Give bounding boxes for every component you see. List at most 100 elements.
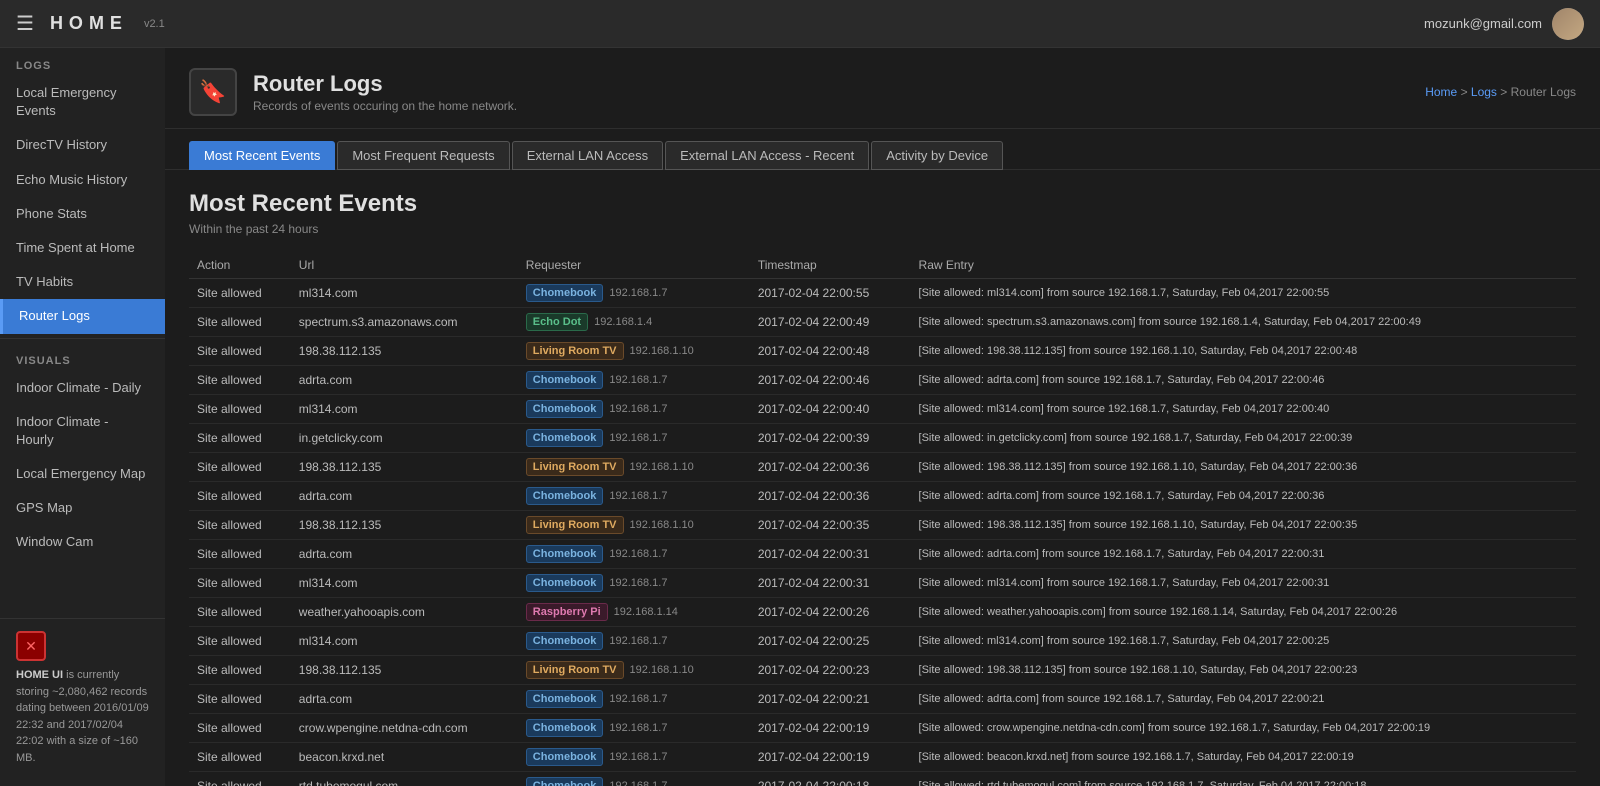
sidebar-item-phone-stats[interactable]: Phone Stats [0, 197, 165, 231]
col-url: Url [291, 252, 518, 279]
cell-action: Site allowed [189, 453, 291, 482]
requester-ip: 192.168.1.7 [609, 577, 667, 589]
avatar-image [1552, 8, 1584, 40]
topbar-right: mozunk@gmail.com [1424, 8, 1584, 40]
tab-external-lan[interactable]: External LAN Access [512, 141, 663, 170]
cell-raw: [Site allowed: crow.wpengine.netdna-cdn.… [911, 714, 1576, 743]
topbar: ☰ HOME v2.1 mozunk@gmail.com [0, 0, 1600, 48]
device-badge: Chomebook [526, 748, 604, 766]
page-icon: 🔖 [189, 68, 237, 116]
sidebar-footer-text: HOME UI is currently storing ~2,080,462 … [16, 667, 149, 766]
table-row: Site allowedadrta.comChomebook192.168.1.… [189, 685, 1576, 714]
device-badge: Living Room TV [526, 458, 624, 476]
main-layout: Logs Local Emergency Events DirecTV Hist… [0, 48, 1600, 786]
requester-ip: 192.168.1.10 [630, 519, 694, 531]
page-title: Router Logs [253, 71, 517, 97]
sidebar-item-gps-map[interactable]: GPS Map [0, 491, 165, 525]
sidebar-divider-1 [0, 338, 165, 339]
tab-external-lan-recent[interactable]: External LAN Access - Recent [665, 141, 869, 170]
cell-raw: [Site allowed: 198.38.112.135] from sour… [911, 337, 1576, 366]
events-table: Action Url Requester Timestmap Raw Entry… [189, 252, 1576, 786]
device-badge: Chomebook [526, 690, 604, 708]
sidebar-section-visuals: Visuals [0, 343, 165, 371]
cell-action: Site allowed [189, 656, 291, 685]
cell-requester: Chomebook192.168.1.7 [518, 627, 750, 656]
topbar-left: ☰ HOME v2.1 [16, 11, 165, 36]
hamburger-menu[interactable]: ☰ [16, 11, 34, 36]
breadcrumb-current: Router Logs [1511, 85, 1576, 99]
sidebar-item-time-spent[interactable]: Time Spent at Home [0, 231, 165, 265]
table-row: Site allowedml314.comChomebook192.168.1.… [189, 395, 1576, 424]
cell-url: ml314.com [291, 569, 518, 598]
table-row: Site allowedadrta.comChomebook192.168.1.… [189, 540, 1576, 569]
cell-raw: [Site allowed: spectrum.s3.amazonaws.com… [911, 308, 1576, 337]
app-logo: HOME [50, 13, 128, 34]
cell-timestamp: 2017-02-04 22:00:39 [750, 424, 911, 453]
cell-requester: Chomebook 192.168.1.7 [518, 569, 750, 598]
cell-raw: [Site allowed: adrta.com] from source 19… [911, 685, 1576, 714]
table-header: Action Url Requester Timestmap Raw Entry [189, 252, 1576, 279]
sidebar-item-directv[interactable]: DirecTV History [0, 128, 165, 162]
table-row: Site allowed198.38.112.135Living Room TV… [189, 337, 1576, 366]
col-timestamp: Timestmap [750, 252, 911, 279]
cell-action: Site allowed [189, 714, 291, 743]
sidebar-item-window-cam[interactable]: Window Cam [0, 525, 165, 559]
cell-requester: Living Room TV192.168.1.10 [518, 453, 750, 482]
cell-requester: Chomebook192.168.1.7 [518, 540, 750, 569]
avatar[interactable] [1552, 8, 1584, 40]
sidebar-item-tv-habits[interactable]: TV Habits [0, 265, 165, 299]
requester-ip: 192.168.1.7 [609, 548, 667, 560]
sidebar-item-echo-music[interactable]: Echo Music History [0, 163, 165, 197]
requester-ip: 192.168.1.7 [609, 403, 667, 415]
page-header: 🔖 Router Logs Records of events occuring… [165, 48, 1600, 129]
cell-action: Site allowed [189, 279, 291, 308]
cell-action: Site allowed [189, 511, 291, 540]
table-row: Site allowedcrow.wpengine.netdna-cdn.com… [189, 714, 1576, 743]
cell-action: Site allowed [189, 366, 291, 395]
cell-requester: Chomebook192.168.1.7 [518, 395, 750, 424]
cell-requester: Chomebook 192.168.1.7 [518, 685, 750, 714]
col-requester: Requester [518, 252, 750, 279]
sidebar-item-indoor-climate-hourly[interactable]: Indoor Climate - Hourly [0, 405, 165, 457]
sidebar-item-local-emergency[interactable]: Local Emergency Events [0, 76, 165, 128]
breadcrumb-home[interactable]: Home [1425, 85, 1457, 99]
requester-ip: 192.168.1.7 [609, 635, 667, 647]
device-badge: Chomebook [526, 574, 604, 592]
tab-activity-by-device[interactable]: Activity by Device [871, 141, 1003, 170]
cell-timestamp: 2017-02-04 22:00:46 [750, 366, 911, 395]
cell-raw: [Site allowed: ml314.com] from source 19… [911, 569, 1576, 598]
table-row: Site allowedin.getclicky.comChomebook192… [189, 424, 1576, 453]
table-row: Site allowedml314.comChomebook192.168.1.… [189, 627, 1576, 656]
device-badge: Living Room TV [526, 342, 624, 360]
sidebar-item-router-logs[interactable]: Router Logs [0, 299, 165, 333]
cell-timestamp: 2017-02-04 22:00:18 [750, 772, 911, 786]
cell-raw: [Site allowed: ml314.com] from source 19… [911, 395, 1576, 424]
requester-ip: 192.168.1.7 [609, 693, 667, 705]
table-row: Site allowedml314.comChomebook192.168.1.… [189, 279, 1576, 308]
col-action: Action [189, 252, 291, 279]
cell-raw: [Site allowed: ml314.com] from source 19… [911, 279, 1576, 308]
tab-most-recent[interactable]: Most Recent Events [189, 141, 335, 170]
table-row: Site allowedadrta.comChomebook192.168.1.… [189, 482, 1576, 511]
cell-action: Site allowed [189, 424, 291, 453]
cell-requester: Living Room TV192.168.1.10 [518, 337, 750, 366]
requester-ip: 192.168.1.7 [609, 374, 667, 386]
cell-action: Site allowed [189, 540, 291, 569]
tab-most-frequent[interactable]: Most Frequent Requests [337, 141, 509, 170]
cell-action: Site allowed [189, 569, 291, 598]
sidebar-item-local-emergency-map[interactable]: Local Emergency Map [0, 457, 165, 491]
requester-ip: 192.168.1.7 [609, 432, 667, 444]
cell-timestamp: 2017-02-04 22:00:48 [750, 337, 911, 366]
breadcrumb-logs[interactable]: Logs [1471, 85, 1497, 99]
sidebar-section-logs: Logs [0, 48, 165, 76]
cell-raw: [Site allowed: beacon.krxd.net] from sou… [911, 743, 1576, 772]
cell-requester: Chomebook192.168.1.7 [518, 366, 750, 395]
device-badge: Echo Dot [526, 313, 588, 331]
device-badge: Living Room TV [526, 661, 624, 679]
table-row: Site allowed198.38.112.135Living Room TV… [189, 453, 1576, 482]
cell-raw: [Site allowed: weather.yahooapis.com] fr… [911, 598, 1576, 627]
sidebar-item-indoor-climate-daily[interactable]: Indoor Climate - Daily [0, 371, 165, 405]
table-row: Site allowed198.38.112.135Living Room TV… [189, 656, 1576, 685]
cell-url: 198.38.112.135 [291, 453, 518, 482]
cell-requester: Raspberry Pi192.168.1.14 [518, 598, 750, 627]
